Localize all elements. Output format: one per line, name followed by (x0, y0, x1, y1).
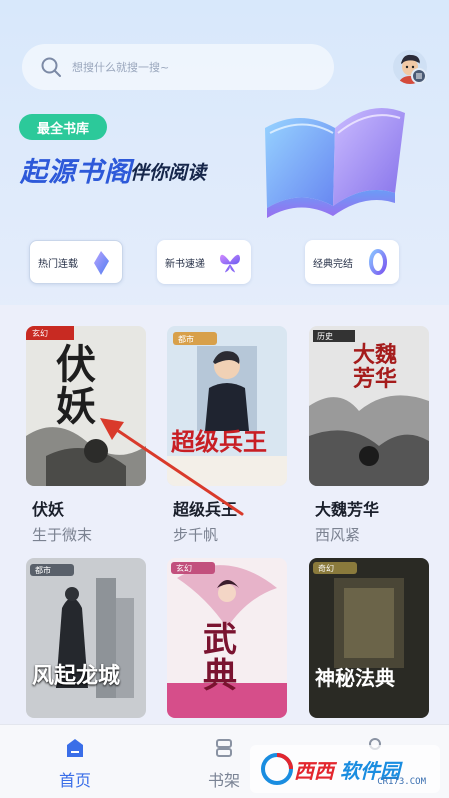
brand-slogan: 伴你阅读 (130, 162, 207, 184)
watermark-url: CR173.COM (377, 777, 426, 787)
book-cover[interactable]: 奇幻 神秘法典 (309, 558, 429, 718)
book-tag: 都市 (178, 334, 194, 344)
book-author: 西风紧 (315, 526, 361, 544)
library-badge: 最全书库 (19, 114, 107, 140)
tab-label: 首页 (58, 771, 91, 790)
menu-badge-icon[interactable] (411, 68, 427, 84)
search-placeholder: 想搜什么就搜一搜~ (72, 61, 170, 74)
shortcut-hot-serial[interactable]: 热门连载 (29, 240, 123, 284)
book-cover[interactable]: 历史 大魏芳华 (309, 326, 429, 486)
book-cover-title: 武典 (203, 620, 237, 696)
crystal-icon (94, 251, 109, 275)
shortcut-label: 新书速递 (165, 258, 205, 270)
book-tag: 都市 (35, 565, 51, 575)
search-icon (41, 57, 61, 77)
shortcut-new-books[interactable]: 新书速递 (157, 240, 251, 284)
tab-bookshelf[interactable]: 书架 (194, 737, 254, 791)
bookshelf-icon (216, 739, 232, 757)
book-title: 伏妖 (32, 500, 65, 519)
book-cover-title: 神秘法典 (315, 666, 395, 690)
book-cover[interactable]: 都市 风起龙城 (26, 558, 146, 718)
book-card[interactable]: 历史 大魏芳华 大魏芳华 西风紧 (309, 326, 429, 544)
site-watermark: 西西 软件园 CR173.COM (250, 745, 440, 793)
book-card[interactable]: 玄幻 武典 (167, 558, 287, 718)
book-cover[interactable]: 玄幻 武典 (167, 558, 287, 718)
brand-title: 起源书阁 (20, 157, 132, 188)
book-tag: 奇幻 (318, 563, 334, 573)
watermark-brand: 西西 (294, 758, 334, 783)
book-tag: 玄幻 (176, 563, 192, 573)
home-icon (67, 739, 83, 757)
book-tag: 玄幻 (32, 328, 48, 338)
book-tag: 历史 (317, 331, 333, 341)
open-book-illustration (265, 108, 405, 218)
book-card[interactable]: 奇幻 神秘法典 (309, 558, 429, 718)
search-bar[interactable]: 想搜什么就搜一搜~ (22, 44, 334, 90)
shortcut-label: 经典完结 (313, 258, 353, 270)
book-cover-title: 大魏芳华 (353, 343, 398, 392)
book-author: 步千帆 (173, 526, 219, 544)
butterfly-icon (220, 254, 240, 273)
annotation-arrow (100, 418, 244, 516)
book-title: 大魏芳华 (315, 500, 380, 519)
book-cover-title: 风起龙城 (32, 664, 121, 689)
book-author: 生于微末 (32, 526, 93, 544)
tab-home[interactable]: 首页 (45, 737, 105, 791)
book-card[interactable]: 都市 风起龙城 (26, 558, 146, 718)
shortcut-classic-finished[interactable]: 经典完结 (305, 240, 399, 284)
shortcut-label: 热门连载 (38, 258, 78, 270)
watermark-logo-icon (261, 753, 293, 785)
tab-label: 书架 (207, 771, 240, 790)
ring-icon (369, 249, 387, 275)
